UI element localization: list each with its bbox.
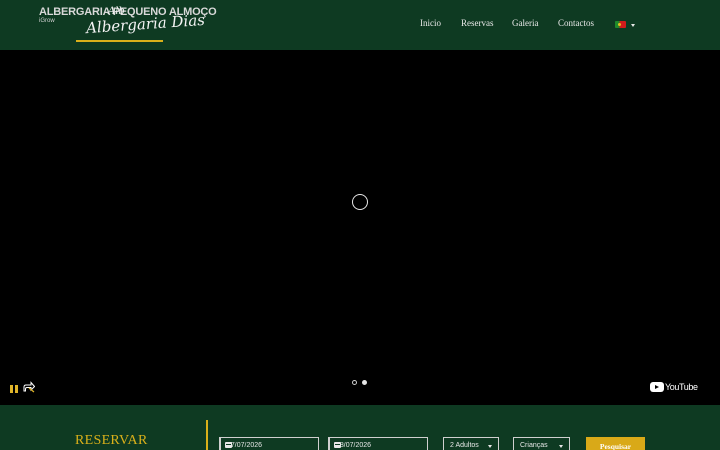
calendar-icon[interactable] (329, 438, 341, 450)
video-player[interactable]: YouTube (0, 50, 720, 405)
adults-select[interactable]: 2 Adultos (443, 437, 499, 450)
slide-dot-2-active[interactable] (362, 380, 367, 385)
slide-dot-1[interactable] (352, 380, 357, 385)
booking-bar: RESERVAR 2 Adultos Crianças Pesquisar (0, 405, 720, 450)
share-icon[interactable] (23, 381, 35, 393)
children-select[interactable]: Crianças (513, 437, 570, 450)
logo-underline (76, 40, 163, 42)
video-overlay-channel[interactable]: iGrow (39, 18, 55, 24)
checkin-field[interactable] (219, 437, 319, 450)
nav-item-reservas[interactable]: Reservas (461, 18, 494, 28)
logo-small-text: Alb (108, 6, 125, 17)
booking-divider (206, 420, 208, 450)
portugal-flag-icon[interactable] (615, 21, 626, 28)
calendar-icon[interactable] (220, 438, 232, 450)
adults-select-value: 2 Adultos (450, 442, 479, 449)
site-logo[interactable]: Alb Albergaria Dias (76, 6, 206, 38)
youtube-brand-text: YouTube (665, 382, 698, 392)
youtube-logo[interactable]: YouTube (650, 381, 698, 393)
booking-title: RESERVAR (75, 433, 148, 448)
children-select-value: Crianças (520, 442, 548, 449)
nav-item-inicio[interactable]: Inicio (420, 18, 441, 28)
youtube-play-icon (650, 382, 664, 392)
checkout-field[interactable] (328, 437, 428, 450)
nav-item-galeria[interactable]: Galeria (512, 18, 538, 28)
search-button[interactable]: Pesquisar (586, 437, 645, 450)
language-dropdown-caret-icon[interactable] (631, 24, 635, 27)
site-header: ALBERGARIA PEQUENO ALMOÇO iGrow Alb Albe… (0, 0, 720, 50)
checkout-input[interactable] (330, 438, 427, 450)
nav-item-contactos[interactable]: Contactos (558, 18, 594, 28)
loading-spinner-icon (352, 194, 368, 210)
checkin-input[interactable] (221, 438, 318, 450)
chevron-down-icon (559, 445, 563, 448)
chevron-down-icon (488, 445, 492, 448)
pause-icon[interactable] (10, 385, 18, 393)
logo-main-text: Albergaria Dias (85, 10, 206, 38)
